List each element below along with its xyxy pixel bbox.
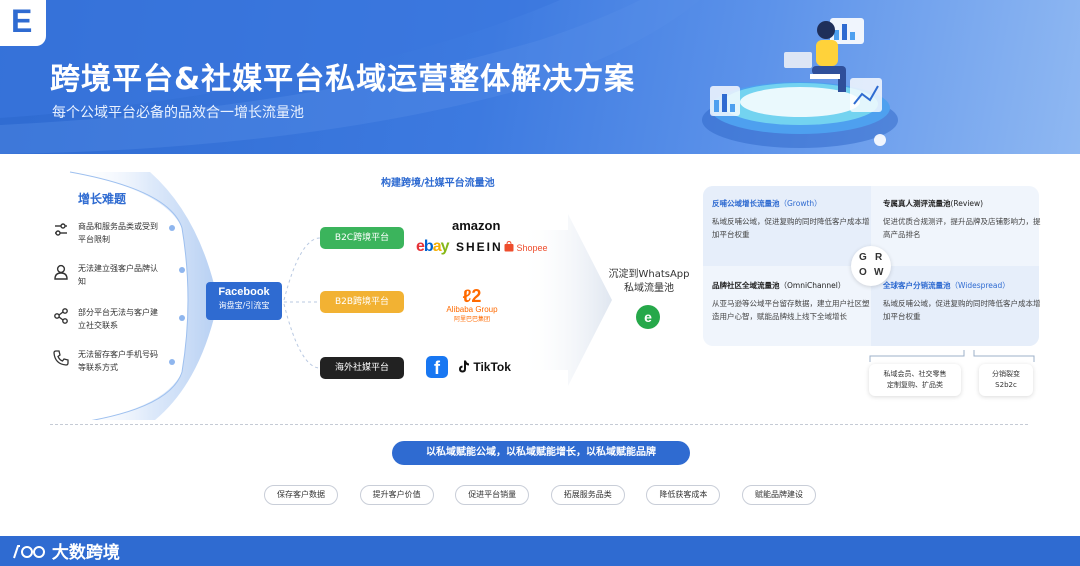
user-icon	[54, 264, 68, 280]
section-divider	[50, 424, 1028, 425]
shopee-logo: Shopee	[504, 240, 548, 253]
share-icon	[54, 308, 68, 324]
problem-item: 部分平台无法与客户建立社交联系	[52, 306, 162, 332]
platform-b2c: B2C跨境平台	[320, 227, 404, 249]
brand-logo: E	[0, 0, 46, 46]
amazon-logo: amazon	[452, 218, 501, 233]
grow-quadrant-growth: 反哺公域增长流量池（Growth） 私域反哺公域，促进复购的同时降低客户成本增加…	[712, 199, 870, 239]
problem-text: 无法建立强客户品牌认知	[78, 264, 158, 286]
shopee-bag-icon	[504, 240, 514, 252]
whatsapp-pool-label: 沉淀到WhatsApp 私域流量池	[608, 269, 690, 294]
tiktok-logo: TikTok	[458, 360, 511, 374]
alibaba-mark: ℓ2	[462, 286, 482, 306]
pool-title: 构建跨境/社媒平台流量池	[381, 178, 495, 189]
grow-quadrant-review: 专属真人测评流量池(Review) 促进优质合规测评，提升品牌及店铺影响力，提高…	[883, 199, 1041, 239]
phone-icon	[53, 350, 69, 366]
slogan-banner: 以私域赋能公域，以私域赋能增长，以私域赋能品牌	[392, 441, 690, 465]
header-banner: E 跨境平台&社媒平台私域运营整体解决方案 每个公域平台必备的品效合一增长流量池	[0, 0, 1080, 154]
problem-item: 无法建立强客户品牌认知	[52, 262, 162, 288]
problem-item: 商品和服务品类或受到平台限制	[52, 220, 162, 246]
platform-social: 海外社媒平台	[320, 357, 404, 379]
grow-quadrant-widespread: 全球客户分销流量池（Widespread） 私域反哺公域，促进复购的同时降低客户…	[883, 281, 1041, 321]
grow-badge: G R O W	[851, 246, 891, 286]
facebook-icon: f	[426, 356, 448, 378]
distribution-box: 分销裂变 S2b2c	[979, 364, 1033, 396]
benefit-tag: 赋能品牌建设	[741, 485, 816, 505]
analytics-illustration	[702, 18, 898, 148]
problem-item: 无法留存客户手机号码等联系方式	[52, 348, 162, 374]
benefit-tag: 提升客户价值	[359, 485, 434, 505]
facebook-hub-subtitle: 询盘宝/引流宝	[218, 301, 270, 310]
footer-logo-icon	[13, 545, 45, 559]
benefit-tag: 促进平台销量	[455, 485, 530, 505]
benefit-tag: 降低获客成本	[646, 485, 721, 505]
ebay-logo: ebay	[416, 238, 449, 255]
alibaba-logo: ℓ2 Alibaba Group 阿里巴巴集团	[440, 286, 504, 323]
problem-text: 部分平台无法与客户建立社交联系	[78, 308, 158, 330]
benefit-tag: 拓展服务品类	[550, 485, 625, 505]
page-subtitle: 每个公域平台必备的品效合一增长流量池	[52, 105, 304, 121]
tiktok-icon	[459, 360, 469, 373]
problem-text: 商品和服务品类或受到平台限制	[78, 222, 158, 244]
benefit-tags: 保存客户数据 提升客户价值 促进平台销量 拓展服务品类 降低获客成本 赋能品牌建…	[264, 485, 816, 505]
grow-quadrant-omnichannel: 品牌社区全域流量池（OmniChannel） 从亚马逊等公域平台留存数据，建立用…	[712, 281, 870, 321]
benefit-tag: 保存客户数据	[264, 485, 338, 505]
whatsapp-icon: e	[636, 305, 660, 329]
page-title: 跨境平台&社媒平台私域运营整体解决方案	[50, 62, 636, 97]
private-membership-box: 私域会员、社交零售 定制复购、扩品类	[869, 364, 961, 396]
shein-logo: SHEIN	[456, 240, 503, 254]
facebook-hub-title: Facebook	[218, 286, 270, 298]
problem-text: 无法留存客户手机号码等联系方式	[78, 350, 158, 372]
problems-title: 增长难题	[78, 192, 127, 206]
sliders-icon	[55, 223, 67, 236]
footer-bar	[0, 536, 1080, 566]
platform-b2b: B2B跨境平台	[320, 291, 404, 313]
facebook-hub: Facebook 询盘宝/引流宝	[206, 282, 282, 320]
footer-logo: 大数跨境	[12, 538, 120, 563]
